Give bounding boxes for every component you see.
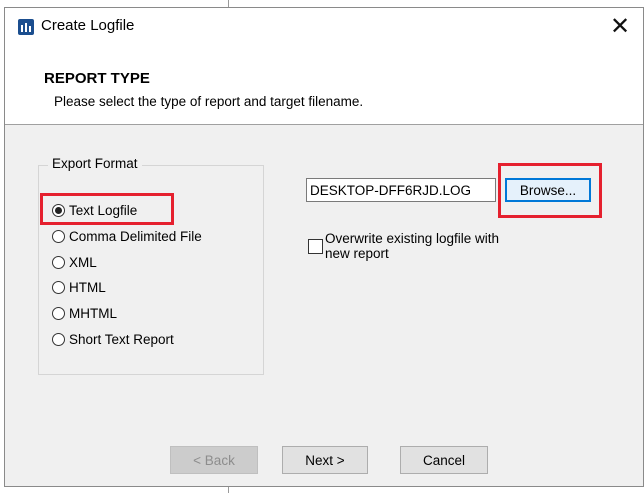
- filename-input[interactable]: [306, 178, 496, 202]
- close-button[interactable]: ✕: [597, 8, 643, 44]
- radio-short-text-report[interactable]: Short Text Report: [52, 329, 174, 349]
- app-icon: [18, 19, 34, 35]
- page-title: REPORT TYPE: [44, 70, 150, 87]
- overwrite-checkbox[interactable]: [308, 239, 323, 254]
- cancel-button[interactable]: Cancel: [400, 446, 488, 474]
- back-button: < Back: [170, 446, 258, 474]
- window-title: Create Logfile: [41, 17, 135, 34]
- radio-unchecked-icon: [52, 229, 65, 243]
- radio-label: Comma Delimited File: [69, 228, 202, 244]
- radio-unchecked-icon: [52, 280, 65, 294]
- radio-unchecked-icon: [52, 332, 65, 346]
- radio-mhtml[interactable]: MHTML: [52, 303, 117, 323]
- radio-label: Short Text Report: [69, 331, 174, 347]
- next-button[interactable]: Next >: [282, 446, 368, 474]
- overwrite-label: Overwrite existing logfile with new repo…: [325, 231, 500, 261]
- radio-html[interactable]: HTML: [52, 277, 106, 297]
- close-icon: ✕: [609, 12, 631, 40]
- radio-unchecked-icon: [52, 306, 65, 320]
- radio-unchecked-icon: [52, 255, 65, 269]
- highlight-box-text-logfile: [40, 193, 174, 225]
- radio-label: MHTML: [69, 305, 117, 321]
- export-format-legend: Export Format: [48, 156, 142, 171]
- radio-comma-delimited-file[interactable]: Comma Delimited File: [52, 226, 202, 246]
- radio-xml[interactable]: XML: [52, 252, 97, 272]
- radio-label: HTML: [69, 279, 106, 295]
- page-subtitle: Please select the type of report and tar…: [54, 94, 364, 109]
- highlight-box-browse: [498, 163, 602, 218]
- wizard-header: REPORT TYPE Please select the type of re…: [5, 44, 643, 125]
- background-divider-bottom: [228, 486, 229, 493]
- title-bar[interactable]: Create Logfile ✕: [5, 8, 643, 44]
- overwrite-option[interactable]: Overwrite existing logfile with new repo…: [308, 231, 525, 261]
- radio-label: XML: [69, 254, 97, 270]
